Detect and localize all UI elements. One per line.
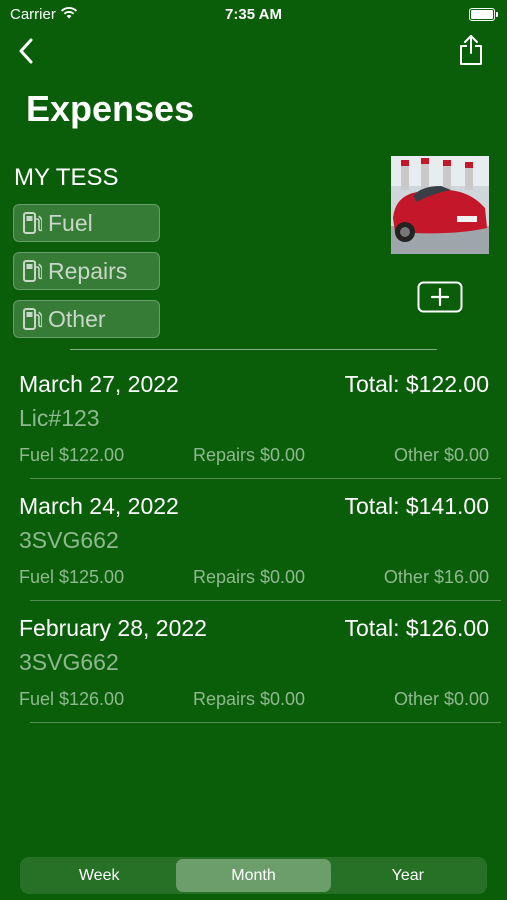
expense-plate: Lic#123 xyxy=(19,405,100,431)
plus-square-icon xyxy=(417,281,463,318)
car-photo[interactable] xyxy=(391,156,489,254)
expense-other: Other $0.00 xyxy=(393,689,489,709)
expense-plate: 3SVG662 xyxy=(19,527,119,553)
share-button[interactable] xyxy=(457,34,485,71)
period-segmented-control: Week Month Year xyxy=(20,857,487,894)
expense-repairs: Repairs $0.00 xyxy=(193,445,306,465)
expense-plate: 3SVG662 xyxy=(19,649,119,675)
expense-row[interactable]: February 28, 2022 Total: $126.00 3SVG662… xyxy=(0,601,507,723)
page-title: Expenses xyxy=(26,88,195,129)
expense-total: Total: $141.00 xyxy=(344,493,489,519)
fuel-category-label: Fuel xyxy=(48,209,93,236)
other-category-button[interactable]: Other xyxy=(13,300,160,338)
back-button[interactable] xyxy=(12,38,40,68)
fuel-pump-icon xyxy=(22,210,44,236)
expense-row[interactable]: March 24, 2022 Total: $141.00 3SVG662 Fu… xyxy=(0,479,507,601)
repairs-category-button[interactable]: Repairs xyxy=(13,252,160,290)
expense-other: Other $16.00 xyxy=(383,567,489,587)
segment-week[interactable]: Week xyxy=(22,859,176,892)
expense-total: Total: $126.00 xyxy=(344,615,489,641)
add-expense-button[interactable] xyxy=(417,281,463,318)
row-divider xyxy=(30,722,501,723)
clock: 7:35 AM xyxy=(225,6,282,23)
expense-date: February 28, 2022 xyxy=(19,615,207,641)
expense-date: March 24, 2022 xyxy=(19,493,179,519)
car-name: MY TESS xyxy=(14,164,119,191)
segment-month[interactable]: Month xyxy=(176,859,331,892)
fuel-category-button[interactable]: Fuel xyxy=(13,204,160,242)
fuel-pump-icon xyxy=(22,258,44,284)
divider xyxy=(70,349,437,350)
repairs-category-label: Repairs xyxy=(48,257,128,284)
share-icon xyxy=(458,34,484,71)
segment-year[interactable]: Year xyxy=(331,859,485,892)
chevron-left-icon xyxy=(18,38,34,69)
expense-other: Other $0.00 xyxy=(393,445,489,465)
expense-fuel: Fuel $125.00 xyxy=(19,567,125,587)
other-category-label: Other xyxy=(48,305,106,332)
expense-fuel: Fuel $126.00 xyxy=(19,689,125,709)
battery-icon xyxy=(469,8,498,21)
expense-repairs: Repairs $0.00 xyxy=(193,689,306,709)
expense-fuel: Fuel $122.00 xyxy=(19,445,125,465)
status-bar: Carrier 7:35 AM xyxy=(0,0,507,30)
expense-row[interactable]: March 27, 2022 Total: $122.00 Lic#123 Fu… xyxy=(0,357,507,479)
expense-total: Total: $122.00 xyxy=(344,371,489,397)
expense-repairs: Repairs $0.00 xyxy=(193,567,306,587)
expense-date: March 27, 2022 xyxy=(19,371,179,397)
fuel-pump-icon xyxy=(22,306,44,332)
